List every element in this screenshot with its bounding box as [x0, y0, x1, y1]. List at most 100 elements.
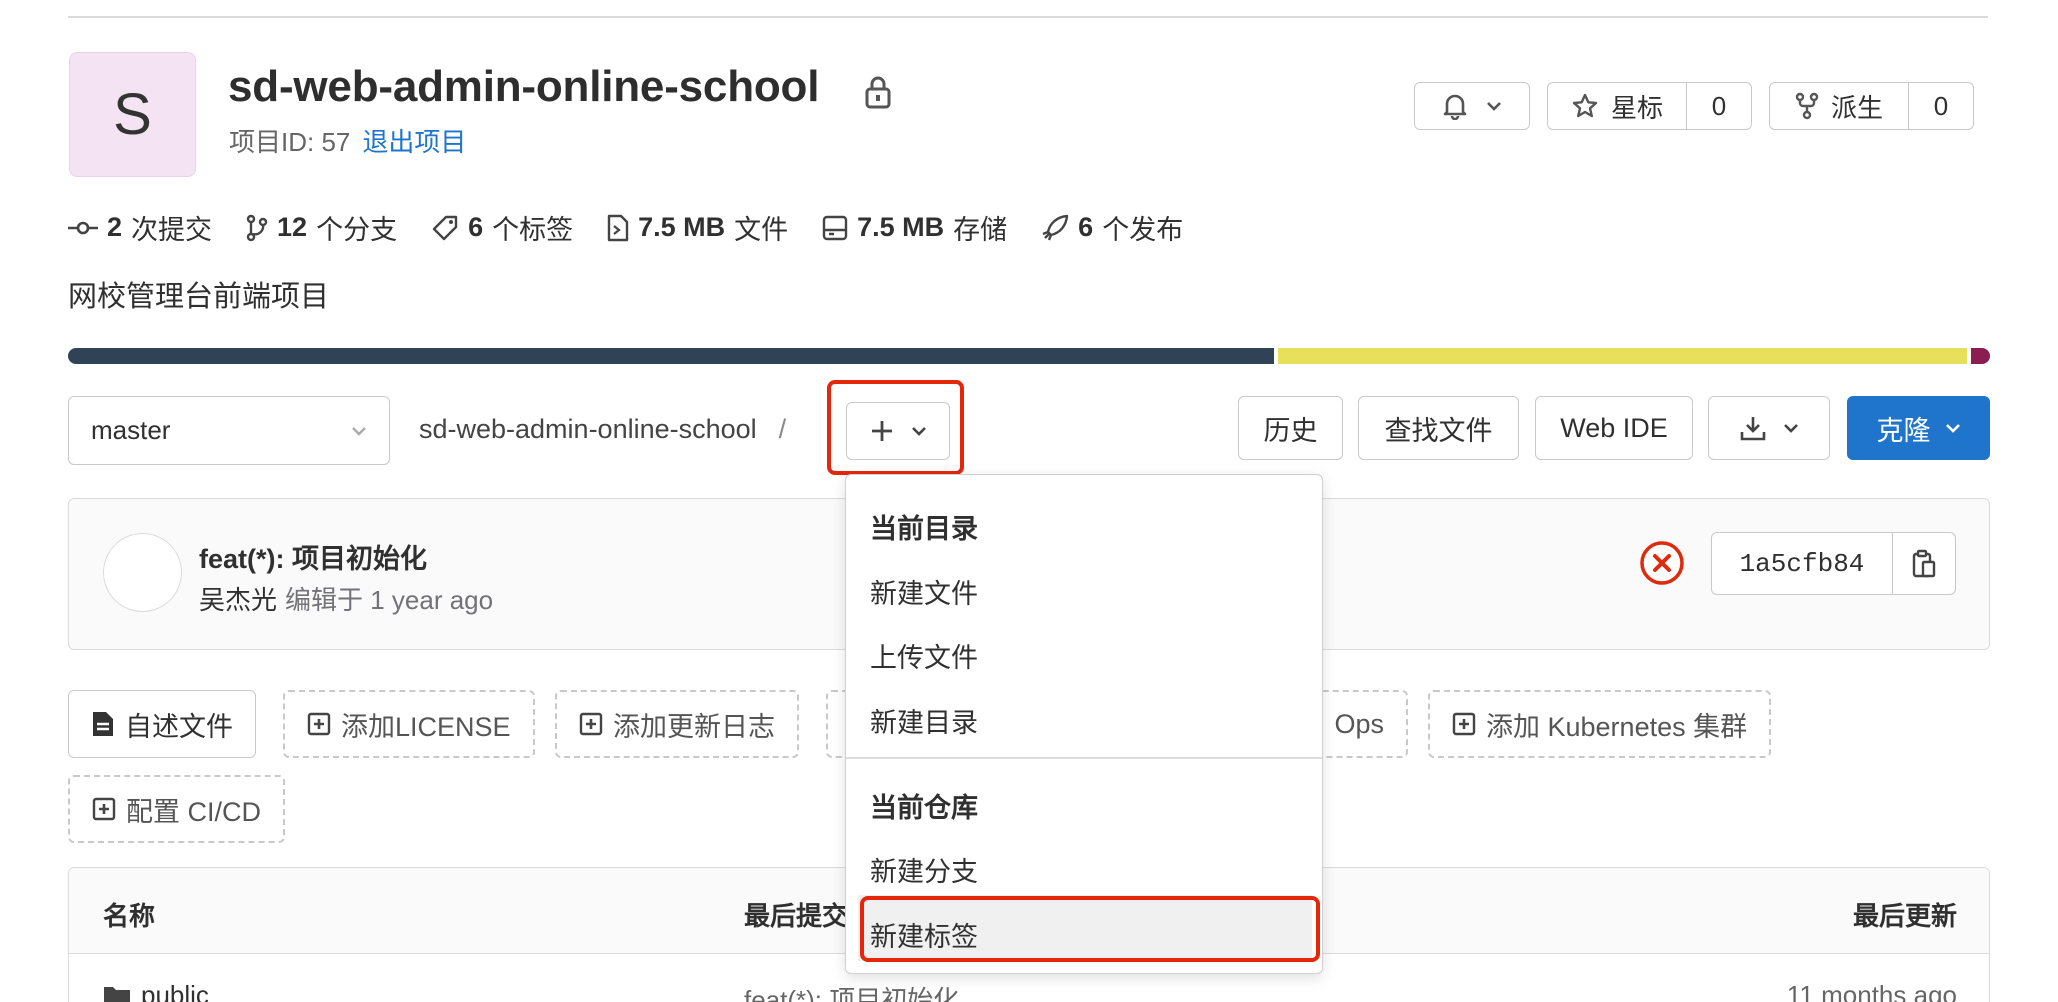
menu-item-new-branch[interactable]: 新建分支: [870, 850, 978, 889]
project-id: 项目ID: 57 退出项目: [229, 122, 466, 159]
notification-button[interactable]: [1414, 82, 1530, 130]
commit-sha[interactable]: 1a5cfb84: [1712, 533, 1893, 594]
branch-name: master: [91, 415, 171, 445]
star-count[interactable]: 0: [1687, 91, 1751, 122]
commit-title[interactable]: feat(*): 项目初始化: [199, 537, 427, 576]
configure-cicd-button[interactable]: 配置 CI/CD: [68, 775, 285, 843]
stat-branches[interactable]: 12 个分支: [246, 208, 397, 247]
column-name: 名称: [103, 901, 156, 931]
add-kubernetes-label: 添加 Kubernetes 集群: [1486, 711, 1748, 742]
leave-project-link[interactable]: 退出项目: [362, 127, 466, 157]
branch-selector[interactable]: master: [68, 396, 390, 465]
stat-tags[interactable]: 6 个标签: [431, 208, 573, 247]
clipboard-icon: [1912, 549, 1936, 577]
chevron-down-icon: [1487, 102, 1501, 111]
stat-label: 文件: [734, 215, 789, 245]
menu-item-upload-file[interactable]: 上传文件: [870, 636, 978, 675]
chevron-down-icon: [352, 426, 366, 436]
highlight-box-add-menu: [827, 380, 964, 475]
column-last-update: 最后更新: [1852, 901, 1957, 931]
highlight-box-new-tag: [860, 896, 1320, 962]
stat-commits[interactable]: 2 次提交: [68, 208, 212, 247]
stat-label: 个标签: [492, 215, 574, 245]
add-license-button[interactable]: 添加LICENSE: [283, 690, 535, 758]
file-name-cell[interactable]: public: [103, 980, 209, 1002]
language-segment-3[interactable]: [1970, 348, 1990, 364]
top-divider: [68, 16, 1988, 18]
file-updated: 11 months ago: [1786, 980, 1957, 1002]
clone-label: 克隆: [1876, 415, 1931, 446]
commit-icon: [68, 221, 98, 234]
avatar-letter: S: [113, 82, 152, 147]
commit-sha-group: 1a5cfb84: [1711, 532, 1956, 595]
breadcrumb-project[interactable]: sd-web-admin-online-school: [419, 414, 757, 444]
stat-number: 6: [468, 212, 484, 242]
add-license-label: 添加LICENSE: [341, 711, 511, 742]
section-current-repository: 当前仓库: [870, 793, 978, 823]
breadcrumb: sd-web-admin-online-school /: [419, 414, 786, 445]
plus-square-icon: [1452, 712, 1476, 736]
tag-icon: [432, 215, 458, 240]
clone-button[interactable]: 克隆: [1847, 396, 1990, 460]
stat-label: 存储: [953, 215, 1008, 245]
stat-label: 个发布: [1102, 215, 1184, 245]
stat-files[interactable]: 7.5 MB 文件: [607, 208, 788, 247]
section-current-directory: 当前目录: [870, 514, 978, 544]
bell-icon: [1443, 94, 1467, 120]
commit-time: 编辑于 1 year ago: [285, 585, 494, 615]
plus-square-icon: [579, 712, 603, 736]
star-toggle[interactable]: 星标: [1548, 83, 1687, 129]
file-name: public: [141, 980, 209, 1002]
fork-label: 派生: [1830, 92, 1883, 123]
stat-number: 7.5 MB: [638, 212, 726, 242]
fork-button[interactable]: 派生 0: [1769, 82, 1974, 130]
add-changelog-label: 添加更新日志: [613, 711, 775, 742]
readme-label: 自述文件: [125, 711, 233, 742]
project-id-label: 项目ID: 57: [229, 127, 351, 157]
chevron-down-icon: [1784, 424, 1798, 433]
download-button[interactable]: [1708, 396, 1830, 460]
branch-icon: [246, 214, 268, 241]
plus-square-icon: [92, 797, 116, 821]
menu-divider: [846, 757, 1322, 759]
commit-meta: 吴杰光 编辑于 1 year ago: [199, 580, 493, 617]
add-kubernetes-button[interactable]: 添加 Kubernetes 集群: [1428, 690, 1772, 758]
stat-releases[interactable]: 6 个发布: [1041, 208, 1183, 247]
menu-item-new-file[interactable]: 新建文件: [870, 572, 978, 611]
download-icon: [1740, 417, 1766, 441]
language-segment-2[interactable]: [1277, 348, 1967, 364]
star-button[interactable]: 星标 0: [1547, 82, 1752, 130]
lock-icon: [865, 76, 891, 109]
star-icon: [1572, 93, 1598, 118]
add-gitops-label: Ops: [1334, 708, 1384, 739]
web-ide-button[interactable]: Web IDE: [1535, 396, 1693, 460]
stat-label: 次提交: [131, 215, 213, 245]
readme-button[interactable]: 自述文件: [68, 690, 256, 758]
storage-icon: [822, 215, 848, 240]
project-stats: 2 次提交 12 个分支 6 个标签 7.5 MB 文件 7.5 MB 存储 6 个发布: [68, 208, 1183, 247]
language-segment-1[interactable]: [68, 348, 1274, 364]
stat-number: 7.5 MB: [857, 212, 945, 242]
menu-item-new-directory[interactable]: 新建目录: [870, 701, 978, 740]
fork-count[interactable]: 0: [1909, 91, 1973, 122]
project-avatar: S: [69, 52, 196, 177]
find-file-button[interactable]: 查找文件: [1358, 396, 1519, 460]
stat-label: 个分支: [316, 215, 398, 245]
breadcrumb-separator: /: [778, 414, 787, 444]
pipeline-failed-icon[interactable]: [1638, 539, 1686, 587]
author-avatar[interactable]: [103, 533, 182, 612]
history-button[interactable]: 历史: [1238, 396, 1343, 460]
configure-cicd-label: 配置 CI/CD: [126, 796, 261, 827]
add-changelog-button[interactable]: 添加更新日志: [555, 690, 799, 758]
fork-toggle[interactable]: 派生: [1770, 83, 1909, 129]
commit-author[interactable]: 吴杰光: [199, 585, 277, 615]
language-bar[interactable]: [68, 348, 1990, 364]
chevron-down-icon: [1945, 424, 1960, 433]
file-icon: [607, 214, 629, 241]
file-commit[interactable]: feat(*): 项目初始化: [744, 980, 959, 1002]
stat-storage[interactable]: 7.5 MB 存储: [822, 208, 1007, 247]
copy-sha-button[interactable]: [1893, 533, 1955, 594]
stat-number: 6: [1078, 212, 1094, 242]
stat-number: 12: [277, 212, 308, 242]
document-icon: [93, 712, 113, 736]
